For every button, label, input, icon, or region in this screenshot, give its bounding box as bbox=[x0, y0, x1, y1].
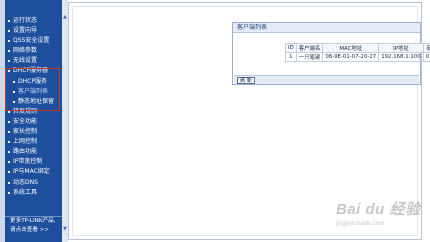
sidebar-item-label: 客户端列表 bbox=[18, 87, 49, 95]
sidebar-item-wireless[interactable]: 无线设置 bbox=[5, 56, 62, 66]
cell-id: 1 bbox=[285, 52, 297, 62]
sidebar-item-status[interactable]: 运行状态 bbox=[5, 16, 62, 26]
scroll-up-icon[interactable]: ▲ bbox=[63, 14, 67, 20]
bullet-icon bbox=[8, 20, 10, 22]
client-list-panel: 客户端列表 ID 客户端名 MAC地址 IP地址 有 1 一只笔键 08-9E-… bbox=[232, 22, 430, 85]
sidebar-item-ip-mac-binding[interactable]: IP与MAC绑定 bbox=[5, 167, 62, 177]
sidebar-subitem-client-list[interactable]: 客户端列表 bbox=[5, 87, 62, 97]
bullet-icon bbox=[8, 70, 10, 73]
watermark-logo: Bai du 经验 bbox=[336, 201, 421, 218]
sidebar-item-label: 系统工具 bbox=[13, 188, 38, 196]
cell-lease: 01 bbox=[422, 52, 430, 62]
bullet-icon bbox=[8, 40, 10, 43]
sidebar-item-label: 安全功能 bbox=[13, 117, 38, 125]
baidu-watermark: Bai du 经验 jingyan.baidu.com bbox=[330, 198, 426, 238]
sidebar-item-network[interactable]: 网络参数 bbox=[5, 46, 62, 56]
sidebar-item-label: IP带宽控制 bbox=[13, 158, 43, 166]
table-header-row: ID 客户端名 MAC地址 IP地址 有 bbox=[285, 43, 430, 53]
bullet-icon bbox=[8, 151, 10, 154]
bullet-icon bbox=[8, 171, 10, 174]
bullet-icon bbox=[8, 161, 10, 164]
bullet-icon bbox=[8, 30, 10, 33]
more-products-line1: 更多TP-LINK产品, bbox=[10, 218, 56, 224]
bullet-icon bbox=[8, 50, 10, 53]
sidebar-item-label: 运行状态 bbox=[13, 17, 38, 24]
sidebar-item-label: 静态地址保留 bbox=[18, 97, 55, 105]
bullet-icon bbox=[8, 110, 10, 113]
bullet-icon bbox=[13, 80, 15, 83]
bullet-icon bbox=[8, 120, 10, 123]
panel-footer: 刷 新 bbox=[234, 75, 419, 84]
sidebar-item-label: QSS安全设置 bbox=[13, 37, 50, 45]
cell-ip: 192.168.1.100 bbox=[378, 52, 424, 62]
table-row: 1 一只笔键 08-9E-01-07-20-27 192.168.1.100 0… bbox=[285, 52, 430, 62]
sidebar-item-label: 无线设置 bbox=[13, 57, 38, 65]
header-id: ID bbox=[285, 43, 297, 53]
bullet-icon bbox=[8, 141, 10, 144]
sidebar-item-security[interactable]: 安全功能 bbox=[5, 117, 62, 127]
client-table: ID 客户端名 MAC地址 IP地址 有 1 一只笔键 08-9E-01-07-… bbox=[285, 43, 430, 62]
sidebar-item-parental-control[interactable]: 家长控制 bbox=[5, 127, 62, 137]
sidebar-item-label: 设置向导 bbox=[13, 27, 38, 35]
more-products-line2: 请点击查看 >> bbox=[10, 227, 50, 233]
sidebar-subitem-static-reservation[interactable]: 静态地址保留 bbox=[5, 97, 62, 107]
menu-list: 运行状态 设置向导 QSS安全设置 网络参数 无线设置 DHCP服务器 DHCP… bbox=[5, 0, 62, 198]
sidebar-item-access-control[interactable]: 上网控制 bbox=[5, 137, 62, 147]
sidebar-item-label: 家长控制 bbox=[13, 128, 38, 136]
sidebar-item-label: DHCP服务器 bbox=[13, 67, 48, 75]
cell-client-name: 一只笔键 bbox=[295, 52, 324, 62]
sidebar-item-label: DHCP服务 bbox=[18, 77, 47, 85]
sidebar-item-routing[interactable]: 路由功能 bbox=[5, 147, 62, 157]
header-client-name: 客户端名 bbox=[295, 43, 324, 53]
sidebar-subitem-dhcp-service[interactable]: DHCP服务 bbox=[5, 77, 62, 87]
sidebar-item-bandwidth[interactable]: IP带宽控制 bbox=[5, 157, 62, 167]
panel-title: 客户端列表 bbox=[233, 23, 420, 33]
sidebar-item-label: IP与MAC绑定 bbox=[13, 168, 50, 176]
bullet-icon bbox=[8, 181, 10, 184]
refresh-button[interactable]: 刷 新 bbox=[237, 77, 255, 84]
header-ip: IP地址 bbox=[378, 43, 424, 53]
more-products-link[interactable]: 更多TP-LINK产品, 请点击查看 >> bbox=[5, 216, 62, 242]
cell-mac: 08-9E-01-07-20-27 bbox=[322, 52, 380, 62]
bullet-icon bbox=[8, 191, 10, 194]
sidebar-item-label: 路由功能 bbox=[13, 148, 38, 156]
sidebar-item-label: 网络参数 bbox=[13, 47, 38, 55]
sidebar-item-system-tools[interactable]: 系统工具 bbox=[5, 188, 62, 198]
watermark-url: jingyan.baidu.com bbox=[336, 221, 385, 227]
bullet-icon bbox=[13, 90, 15, 93]
bullet-icon bbox=[8, 131, 10, 134]
bullet-icon bbox=[8, 60, 10, 63]
sidebar-item-setup-wizard[interactable]: 设置向导 bbox=[5, 26, 62, 36]
sidebar-item-label: 上网控制 bbox=[13, 138, 38, 146]
sidebar-item-label: 动态DNS bbox=[13, 178, 38, 186]
bullet-icon bbox=[13, 100, 15, 103]
sidebar-item-ddns[interactable]: 动态DNS bbox=[5, 178, 62, 188]
sidebar-item-qss[interactable]: QSS安全设置 bbox=[5, 36, 62, 46]
header-mac: MAC地址 bbox=[322, 43, 380, 53]
header-lease: 有 bbox=[422, 43, 430, 53]
sidebar-item-dhcp-server[interactable]: DHCP服务器 bbox=[5, 66, 62, 76]
sidebar-item-forwarding[interactable]: 转发规则 bbox=[5, 107, 62, 117]
sidebar-menu: 运行状态 设置向导 QSS安全设置 网络参数 无线设置 DHCP服务器 DHCP… bbox=[5, 0, 62, 242]
sidebar-item-label: 转发规则 bbox=[13, 107, 38, 115]
scroll-down-icon[interactable]: ▼ bbox=[63, 226, 67, 232]
